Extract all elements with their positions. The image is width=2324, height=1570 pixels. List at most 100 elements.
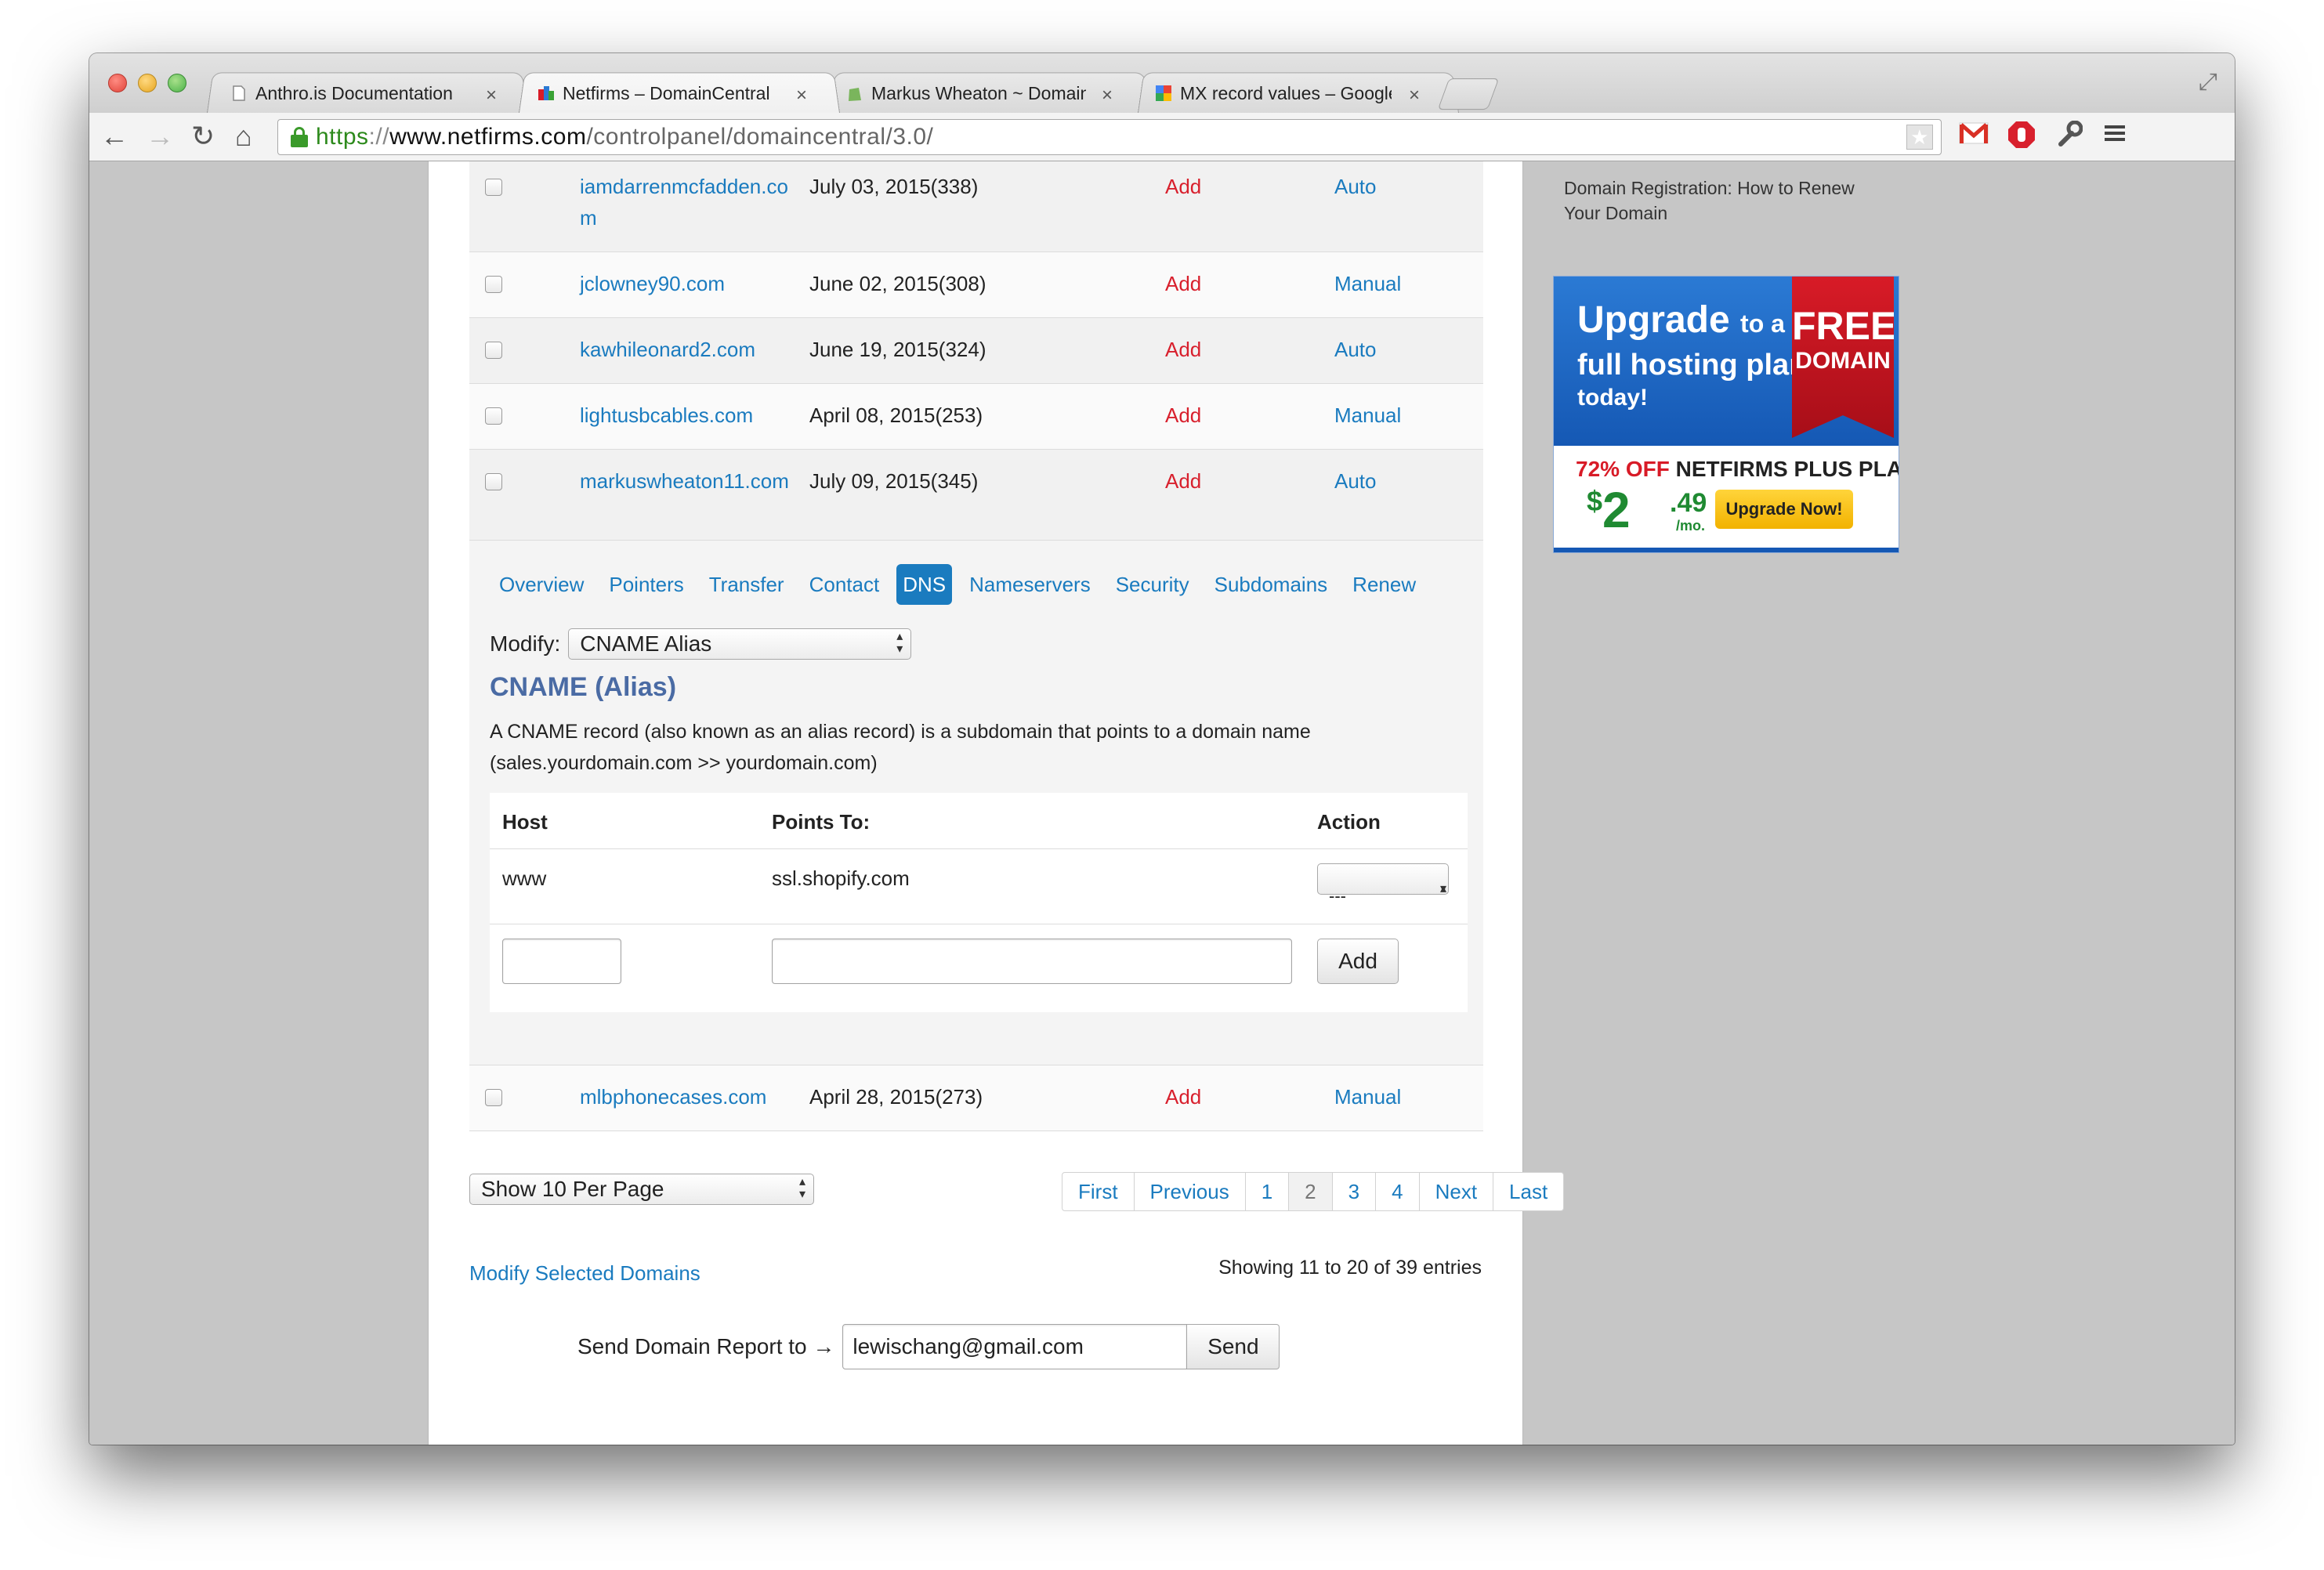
wrench-icon[interactable] [2056,120,2083,154]
page-first[interactable]: First [1062,1173,1134,1210]
section-description: A CNAME record (also known as an alias r… [490,716,1414,779]
send-report-button[interactable]: Send [1187,1324,1280,1369]
domain-name-link[interactable]: markuswheaton11.com [580,465,791,497]
renewal-link[interactable]: Manual [1334,400,1401,431]
privacy-add-link[interactable]: Add [1165,171,1201,202]
ad-price: $2 .49 /mo. [1587,485,1707,535]
page-last[interactable]: Last [1493,1173,1563,1210]
close-window-button[interactable] [108,74,127,92]
tab-subdomains[interactable]: Subdomains [1214,564,1328,605]
page-3[interactable]: 3 [1331,1173,1375,1210]
tab-overview[interactable]: Overview [499,564,584,605]
privacy-add-link[interactable]: Add [1165,400,1201,431]
tab-close-icon[interactable]: × [1102,85,1113,107]
privacy-add-link[interactable]: Add [1165,1081,1201,1112]
renewal-link[interactable]: Auto [1334,334,1377,365]
privacy-add-link[interactable]: Add [1165,268,1201,299]
renewal-link[interactable]: Manual [1334,268,1401,299]
record-type-select[interactable]: CNAME Alias ▴ ▾ [568,628,912,660]
renewal-link[interactable]: Auto [1334,465,1377,497]
reload-icon[interactable]: ↻ [191,119,215,154]
tab-contact[interactable]: Contact [809,564,880,605]
sidebar-help-link[interactable]: Domain Registration: How to Renew Your D… [1564,175,1893,226]
domain-checkbox[interactable] [485,276,502,293]
tab-dns[interactable]: DNS [896,564,953,605]
tab-pointers[interactable]: Pointers [609,564,683,605]
free-domain-ribbon: FREE DOMAIN [1792,277,1894,438]
ad-top-panel: Upgrade to a full hosting plan today! FR… [1554,277,1899,446]
domain-row: jclowney90.com June 02, 2015(308) Add Ma… [469,252,1483,318]
tab-security[interactable]: Security [1116,564,1189,605]
entries-summary: Showing 11 to 20 of 39 entries [1218,1257,1482,1279]
modify-selected-link[interactable]: Modify Selected Domains [469,1261,700,1286]
page-2-current[interactable]: 2 [1288,1173,1332,1210]
bookmark-star-icon[interactable]: ★ [1906,125,1933,150]
select-arrows-icon: ▴ ▾ [798,1175,805,1201]
renewal-link[interactable]: Manual [1334,1081,1401,1112]
domain-checkbox[interactable] [485,1089,502,1106]
cname-records-table: Host Points To: Action www ssl.shopify.c… [490,793,1468,1012]
new-tab-button[interactable] [1437,78,1500,110]
privacy-add-link[interactable]: Add [1165,334,1201,365]
new-host-input[interactable] [502,939,621,984]
col-host: Host [502,810,548,834]
forward-icon[interactable]: → [146,119,174,154]
zoom-window-button[interactable] [168,74,186,92]
tab-close-icon[interactable]: × [1409,85,1420,107]
tab-close-icon[interactable]: × [486,85,497,107]
domain-row: kawhileonard2.com June 19, 2015(324) Add… [469,318,1483,384]
domain-name-link[interactable]: lightusbcables.com [580,400,791,431]
menu-icon[interactable] [2103,121,2127,152]
ad-offer: 72% OFF NETFIRMS PLUS PLAN [1576,457,1899,482]
report-email-input[interactable]: lewischang@gmail.com [842,1324,1188,1369]
renewal-link[interactable]: Auto [1334,171,1377,202]
ad-price-period: /mo. [1676,518,1706,534]
address-bar[interactable]: https :// www.netfirms.com /controlpanel… [277,119,1942,155]
domain-checkbox[interactable] [485,342,502,359]
back-icon[interactable]: ← [100,119,129,154]
upgrade-ad-banner[interactable]: Upgrade to a full hosting plan today! FR… [1553,276,1899,553]
domain-name-link[interactable]: iamdarrenmcfadden.com [580,171,791,233]
domain-checkbox[interactable] [485,407,502,425]
url-host: www.netfirms.com [389,124,587,150]
privacy-add-link[interactable]: Add [1165,465,1201,497]
page-4[interactable]: 4 [1375,1173,1418,1210]
home-icon[interactable]: ⌂ [235,119,252,154]
tab-close-icon[interactable]: × [796,85,807,107]
ad-upgrade-text: Upgrade [1577,299,1730,341]
tab-nameservers[interactable]: Nameservers [969,564,1091,605]
adblock-icon[interactable] [2007,121,2036,156]
ad-bottom-panel: 72% OFF NETFIRMS PLUS PLAN $2 .49 /mo. U… [1554,446,1899,552]
page-previous[interactable]: Previous [1133,1173,1245,1210]
record-action-select[interactable]: --- ▴ ▾ [1317,863,1449,906]
domain-checkbox[interactable] [485,179,502,196]
ad-price-cents: .49 [1670,488,1707,518]
fullscreen-icon[interactable]: ⤢ [2199,69,2217,96]
upgrade-now-button[interactable]: Upgrade Now! [1715,490,1853,529]
tab-renew[interactable]: Renew [1352,564,1416,605]
page-viewport: iamdarrenmcfadden.com July 03, 2015(338)… [89,161,2235,1445]
section-title: CNAME (Alias) [490,672,677,702]
tab-transfer[interactable]: Transfer [709,564,784,605]
minimize-window-button[interactable] [138,74,157,92]
page-next[interactable]: Next [1418,1173,1493,1210]
dns-panel: Overview Pointers Transfer Contact DNS N… [469,541,1483,1065]
per-page-select[interactable]: Show 10 Per Page ▴ ▾ [469,1174,814,1205]
gmail-icon[interactable] [1959,121,1989,152]
ad-plan-name: NETFIRMS PLUS PLAN [1675,457,1899,481]
add-record-button[interactable]: Add [1317,939,1399,984]
tab-anthro-docs-label: Anthro.is Documentation [230,72,465,114]
domain-name-link[interactable]: mlbphonecases.com [580,1081,791,1112]
domain-checkbox[interactable] [485,473,502,490]
new-points-to-input[interactable] [772,939,1292,984]
domain-row: mlbphonecases.com April 28, 2015(273) Ad… [469,1065,1483,1131]
domain-name-link[interactable]: jclowney90.com [580,268,791,299]
ad-domain-text: DOMAIN [1795,348,1891,374]
url-path: /controlpanel/domaincentral/3.0/ [586,124,934,150]
browser-window: Anthro.is Documentation × Netfirms – Dom… [89,53,2235,1445]
domain-name-link[interactable]: kawhileonard2.com [580,334,791,365]
ad-to-a-text: to a [1740,309,1785,338]
page-1[interactable]: 1 [1244,1173,1288,1210]
lock-icon [291,127,308,147]
domain-tabs-nav: Overview Pointers Transfer Contact DNS N… [499,564,1441,605]
